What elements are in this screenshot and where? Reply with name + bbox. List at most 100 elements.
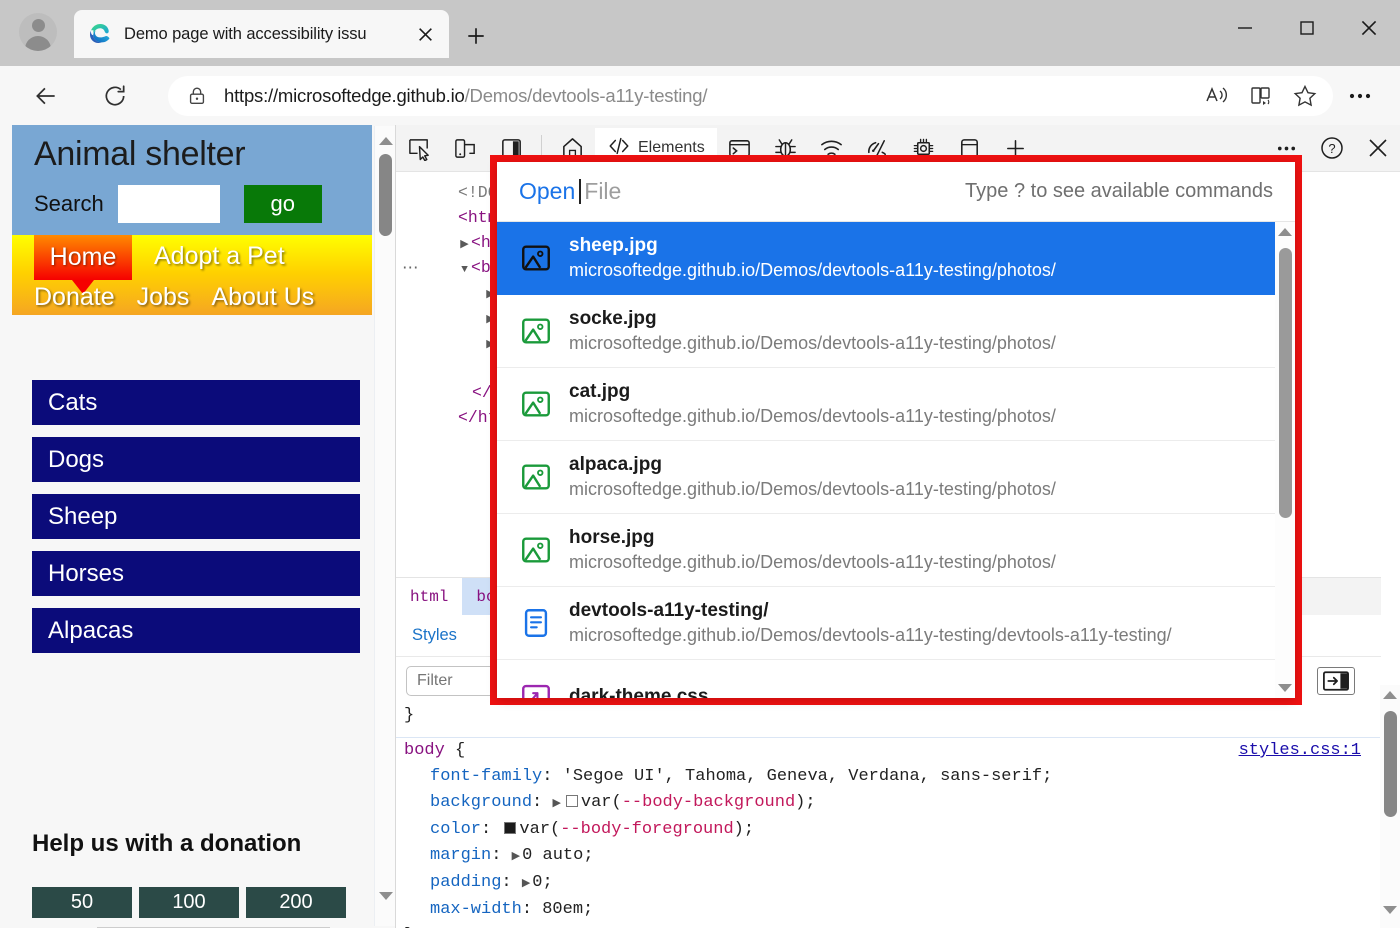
list-item[interactable]: Sheep (32, 494, 360, 539)
css-property[interactable]: color (430, 820, 481, 839)
scroll-up-arrow-icon[interactable] (1383, 691, 1397, 699)
minimize-button[interactable] (1214, 0, 1276, 56)
css-value[interactable]: 0 (532, 873, 542, 892)
css-value[interactable]: 0 auto (522, 846, 583, 865)
scrollbar-thumb[interactable] (1384, 711, 1397, 817)
css-property[interactable]: margin (430, 846, 491, 865)
devtools-help-icon[interactable]: ? (1309, 128, 1355, 168)
back-button[interactable] (28, 78, 64, 114)
document-file-icon (519, 606, 553, 640)
omnibox[interactable]: https://microsoftedge.github.io/Demos/de… (168, 76, 1333, 116)
scrollbar-thumb[interactable] (379, 154, 392, 236)
donation-amount-100[interactable]: 100 (139, 887, 239, 918)
scroll-down-arrow-icon[interactable] (1278, 684, 1292, 692)
window-controls (1214, 0, 1400, 56)
image-file-icon (519, 460, 553, 494)
css-property[interactable]: font-family (430, 767, 542, 786)
scroll-down-arrow-icon[interactable] (1383, 906, 1397, 914)
inspect-element-icon[interactable] (396, 128, 442, 168)
nav-item-donate[interactable]: Donate (34, 283, 115, 312)
list-item[interactable]: dark-theme.css (497, 660, 1295, 698)
image-file-icon (519, 241, 553, 275)
css-declaration[interactable]: color: var(--body-foreground); (396, 817, 1381, 843)
scroll-down-arrow-icon[interactable] (375, 885, 396, 906)
list-item[interactable]: alpaca.jpg microsoftedge.github.io/Demos… (497, 441, 1295, 514)
command-menu[interactable]: Open File Type ? to see available comman… (497, 162, 1295, 698)
command-menu-scrollbar[interactable] (1275, 222, 1295, 698)
css-property[interactable]: background (430, 793, 532, 812)
immersive-reader-icon[interactable] (1239, 78, 1283, 114)
css-value[interactable]: 'Segoe UI', Tahoma, Geneva, Verdana, san… (563, 767, 1042, 786)
donation-amount-200[interactable]: 200 (246, 887, 346, 918)
favorite-star-icon[interactable] (1283, 78, 1327, 114)
list-item[interactable]: socke.jpg microsoftedge.github.io/Demos/… (497, 295, 1295, 368)
color-swatch[interactable] (566, 795, 578, 807)
nav-item-about-us[interactable]: About Us (211, 283, 314, 312)
donation-heading: Help us with a donation (32, 830, 301, 858)
new-tab-button[interactable] (458, 20, 494, 52)
css-property[interactable]: padding (430, 873, 501, 892)
css-declaration[interactable]: max-width: 80em; (396, 897, 1381, 923)
nav-item-adopt-a-pet[interactable]: Adopt a Pet (154, 242, 285, 271)
list-item[interactable]: cat.jpg microsoftedge.github.io/Demos/de… (497, 368, 1295, 441)
css-rule-selector[interactable]: body { styles.css:1 (396, 737, 1381, 764)
breadcrumb-item-html[interactable]: html (396, 578, 462, 616)
search-go-button[interactable]: go (244, 185, 322, 223)
command-menu-results[interactable]: sheep.jpg microsoftedge.github.io/Demos/… (497, 222, 1295, 698)
list-item[interactable]: Cats (32, 380, 360, 425)
styles-scrollbar[interactable] (1380, 685, 1400, 928)
css-property[interactable]: max-width (430, 900, 522, 919)
list-item[interactable]: Alpacas (32, 608, 360, 653)
list-item[interactable]: horse.jpg microsoftedge.github.io/Demos/… (497, 514, 1295, 587)
expand-triangle-icon[interactable]: ▶ (522, 871, 530, 897)
browser-settings-more-button[interactable] (1340, 78, 1380, 114)
list-item-texts: alpaca.jpg microsoftedge.github.io/Demos… (569, 452, 1056, 502)
read-aloud-icon[interactable] (1195, 78, 1239, 114)
maximize-button[interactable] (1276, 0, 1338, 56)
close-window-button[interactable] (1338, 0, 1400, 56)
list-item[interactable]: devtools-a11y-testing/ microsoftedge.git… (497, 587, 1295, 660)
list-item-texts: socke.jpg microsoftedge.github.io/Demos/… (569, 306, 1056, 356)
css-value[interactable]: 80em (542, 900, 583, 919)
show-computed-sidebar-icon[interactable] (1317, 667, 1355, 695)
css-declaration[interactable]: background: ▶var(--body-background); (396, 790, 1381, 817)
dom-node-badge-icon[interactable]: ⋯ (402, 256, 420, 281)
css-declaration[interactable]: padding: ▶0; (396, 870, 1381, 897)
profile-avatar-button[interactable] (14, 8, 62, 56)
scroll-up-arrow-icon[interactable] (375, 130, 396, 151)
css-declaration[interactable]: margin: ▶0 auto; (396, 843, 1381, 870)
css-origin-link[interactable]: styles.css:1 (1239, 738, 1361, 764)
nav-item-jobs[interactable]: Jobs (137, 283, 190, 312)
page-scrollbar[interactable] (374, 126, 395, 926)
color-swatch[interactable] (504, 822, 516, 834)
nav-row-2: Donate Jobs About Us (12, 283, 314, 312)
command-menu-input[interactable]: File (584, 178, 621, 205)
tab-close-icon[interactable] (411, 20, 439, 48)
command-menu-input-row[interactable]: Open File Type ? to see available comman… (497, 162, 1295, 222)
scroll-up-arrow-icon[interactable] (1278, 228, 1292, 236)
file-path: microsoftedge.github.io/Demos/devtools-a… (569, 404, 1056, 429)
file-path: microsoftedge.github.io/Demos/devtools-a… (569, 550, 1056, 575)
css-declaration[interactable]: font-family: 'Segoe UI', Tahoma, Geneva,… (396, 764, 1381, 790)
list-item[interactable]: Dogs (32, 437, 360, 482)
nav-item-home[interactable]: Home (34, 235, 132, 280)
file-path: microsoftedge.github.io/Demos/devtools-a… (569, 623, 1172, 648)
file-name: alpaca.jpg (569, 452, 1056, 477)
donation-amount-50[interactable]: 50 (32, 887, 132, 918)
scrollbar-thumb[interactable] (1279, 248, 1292, 518)
list-item[interactable]: sheep.jpg microsoftedge.github.io/Demos/… (497, 222, 1295, 295)
device-emulation-icon[interactable] (442, 128, 488, 168)
search-input[interactable] (118, 185, 220, 223)
browser-tab[interactable]: Demo page with accessibility issu (74, 10, 449, 58)
reload-button[interactable] (97, 78, 133, 114)
tab-styles[interactable]: Styles (396, 615, 473, 657)
css-rules-pane[interactable]: element.style { } body { styles.css:1 fo… (396, 705, 1381, 928)
devtools-close-icon[interactable] (1355, 128, 1400, 168)
command-menu-prefix: Open (519, 178, 575, 205)
site-navigation: Home Adopt a Pet Donate Jobs About Us (12, 235, 372, 315)
expand-triangle-icon[interactable]: ▶ (512, 844, 520, 870)
list-item[interactable]: Horses (32, 551, 360, 596)
file-name: cat.jpg (569, 379, 1056, 404)
expand-triangle-icon[interactable]: ▶ (552, 791, 560, 817)
file-path: microsoftedge.github.io/Demos/devtools-a… (569, 477, 1056, 502)
